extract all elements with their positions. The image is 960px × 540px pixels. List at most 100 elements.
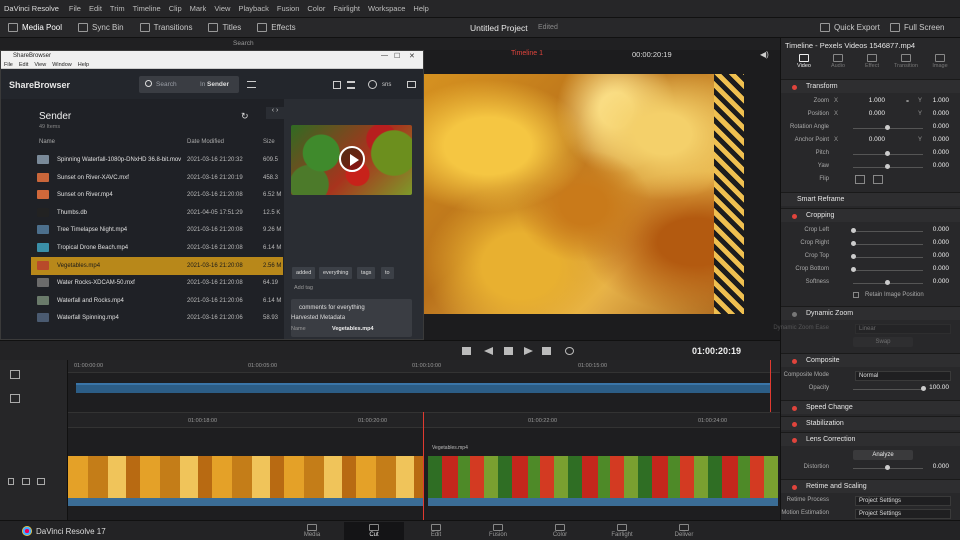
yaw-value[interactable]: 0.000 [923, 162, 949, 169]
slider-knob[interactable] [885, 151, 890, 156]
filter-icon[interactable] [247, 81, 256, 88]
go-to-start-icon[interactable] [462, 347, 471, 355]
crop-bottom-value[interactable]: 0.000 [923, 265, 949, 272]
audio-icon[interactable] [22, 478, 30, 485]
file-row[interactable]: Water Rocks-XDCAM-50.mxf 2021-03-16 21:20… [31, 274, 283, 292]
tab-effect[interactable]: Effect [855, 54, 889, 69]
slider-knob[interactable] [851, 241, 856, 246]
file-row[interactable]: Vegetables.mp4 2021-03-16 21:20:08 2.56 M [31, 256, 283, 275]
quick-export-button[interactable]: Quick Export [812, 18, 888, 38]
media-pool-button[interactable]: Media Pool [0, 18, 70, 38]
crop-left-value[interactable]: 0.000 [923, 226, 949, 233]
timeline-ruler-top[interactable]: 01:00:00:00 01:00:05:00 01:00:10:00 01:0… [68, 360, 780, 373]
enable-dot-icon[interactable] [792, 485, 797, 490]
menu-trim[interactable]: Trim [106, 4, 129, 13]
menu-file[interactable]: File [65, 4, 85, 13]
slider-knob[interactable] [885, 465, 890, 470]
go-to-end-icon[interactable] [542, 347, 551, 355]
preview-thumbnail[interactable] [291, 125, 412, 195]
enable-dot-icon[interactable] [792, 438, 797, 443]
analyze-button[interactable]: Analyze [853, 450, 913, 460]
timeline-ruler-bottom[interactable]: 01:00:18:00 01:00:20:00 01:00:22:00 01:0… [68, 412, 780, 428]
sync-bin-button[interactable]: Sync Bin [70, 18, 132, 38]
dz-ease-dropdown[interactable]: Linear [855, 324, 951, 334]
grid-view-icon[interactable] [333, 81, 341, 89]
section-stabilization[interactable]: Stabilization [781, 416, 960, 430]
lock-icon[interactable] [8, 478, 14, 485]
tab-audio[interactable]: Audio [821, 54, 855, 69]
composite-mode-dropdown[interactable]: Normal [855, 371, 951, 381]
tag-to[interactable]: to [381, 267, 394, 279]
file-row[interactable]: Tropical Drone Beach.mp4 2021-03-16 21:20… [31, 239, 283, 257]
slider-knob[interactable] [851, 228, 856, 233]
tab-image[interactable]: Image [923, 54, 957, 69]
crop-bottom-slider[interactable] [853, 270, 923, 271]
crop-left-slider[interactable] [853, 231, 923, 232]
file-row[interactable]: Waterfall Spinning.mp4 2021-03-16 21:20:0… [31, 309, 283, 327]
column-date[interactable]: Date Modified [187, 139, 224, 145]
timeline-name[interactable]: Timeline 1 [511, 50, 543, 57]
swap-button[interactable]: Swap [853, 337, 913, 347]
section-speed-change[interactable]: Speed Change [781, 400, 960, 414]
flip-vertical-icon[interactable] [873, 175, 883, 184]
sb-menu-help[interactable]: Help [78, 62, 89, 68]
enable-dot-icon[interactable] [792, 214, 797, 219]
menu-playback[interactable]: Playback [234, 4, 272, 13]
menu-mark[interactable]: Mark [186, 4, 211, 13]
mail-icon[interactable] [407, 81, 416, 88]
section-cropping[interactable]: Cropping [781, 208, 960, 222]
playhead[interactable] [770, 360, 771, 412]
slider-knob[interactable] [885, 164, 890, 169]
crop-top-slider[interactable] [853, 257, 923, 258]
link-icon[interactable]: ⚭ [905, 98, 910, 105]
opacity-value[interactable]: 100.00 [923, 384, 949, 391]
opacity-slider[interactable] [853, 389, 923, 390]
column-name[interactable]: Name [39, 139, 55, 145]
page-fusion[interactable]: Fusion [468, 522, 528, 540]
crop-right-slider[interactable] [853, 244, 923, 245]
file-row[interactable]: Sunset on River.mp4 2021-03-16 21:20:08 6.… [31, 186, 283, 204]
slider-knob[interactable] [851, 267, 856, 272]
tag-everything[interactable]: everything [319, 267, 353, 279]
play-icon[interactable] [524, 347, 533, 355]
menu-fusion[interactable]: Fusion [273, 4, 304, 13]
file-row[interactable]: Sunset on River-XAVC.mxf 2021-03-16 21:20… [31, 169, 283, 187]
track-tool-icon[interactable] [10, 394, 20, 403]
video-frame[interactable] [424, 74, 744, 314]
page-edit[interactable]: Edit [406, 522, 466, 540]
maximize-icon[interactable]: ☐ [394, 52, 400, 60]
media-search-label[interactable]: Search [233, 40, 254, 47]
position-x-value[interactable]: 0.000 [859, 110, 885, 117]
distortion-value[interactable]: 0.000 [923, 463, 949, 470]
transitions-button[interactable]: Transitions [132, 18, 201, 38]
add-tag-link[interactable]: Add tag [294, 285, 313, 291]
monitor-icon[interactable] [37, 478, 45, 485]
anchor-x-value[interactable]: 0.000 [859, 136, 885, 143]
slider-knob[interactable] [885, 125, 890, 130]
menu-edit[interactable]: Edit [85, 4, 106, 13]
file-row[interactable]: Spinning Waterfall-1080p-DNxHD 36.8-bit.… [31, 151, 283, 169]
slider-knob[interactable] [885, 280, 890, 285]
minimize-icon[interactable]: — [381, 52, 388, 59]
tool-icon[interactable] [10, 370, 20, 379]
volume-icon[interactable]: ◀) [760, 50, 769, 59]
crop-top-value[interactable]: 0.000 [923, 252, 949, 259]
motion-estimation-dropdown[interactable]: Project Settings [855, 509, 951, 519]
tab-transition[interactable]: Transition [889, 54, 923, 69]
sb-menu-file[interactable]: File [4, 62, 13, 68]
retain-checkbox[interactable] [853, 292, 859, 298]
anchor-y-value[interactable]: 0.000 [923, 136, 949, 143]
section-dynamic-zoom[interactable]: Dynamic Zoom [781, 306, 960, 320]
enable-dot-icon[interactable] [792, 359, 797, 364]
close-icon[interactable]: ✕ [409, 52, 415, 60]
refresh-icon[interactable]: ↻ [241, 111, 249, 122]
tag-added[interactable]: added [292, 267, 316, 279]
loop-icon[interactable] [565, 347, 574, 355]
menu-timeline[interactable]: Timeline [129, 4, 165, 13]
file-row[interactable]: Tree Timelapse Night.mp4 2021-03-16 21:20… [31, 221, 283, 239]
list-view-icon[interactable] [347, 81, 355, 89]
enable-dot-icon[interactable] [792, 312, 797, 317]
position-y-value[interactable]: 0.000 [923, 110, 949, 117]
menu-help[interactable]: Help [409, 4, 432, 13]
enable-dot-icon[interactable] [792, 85, 797, 90]
